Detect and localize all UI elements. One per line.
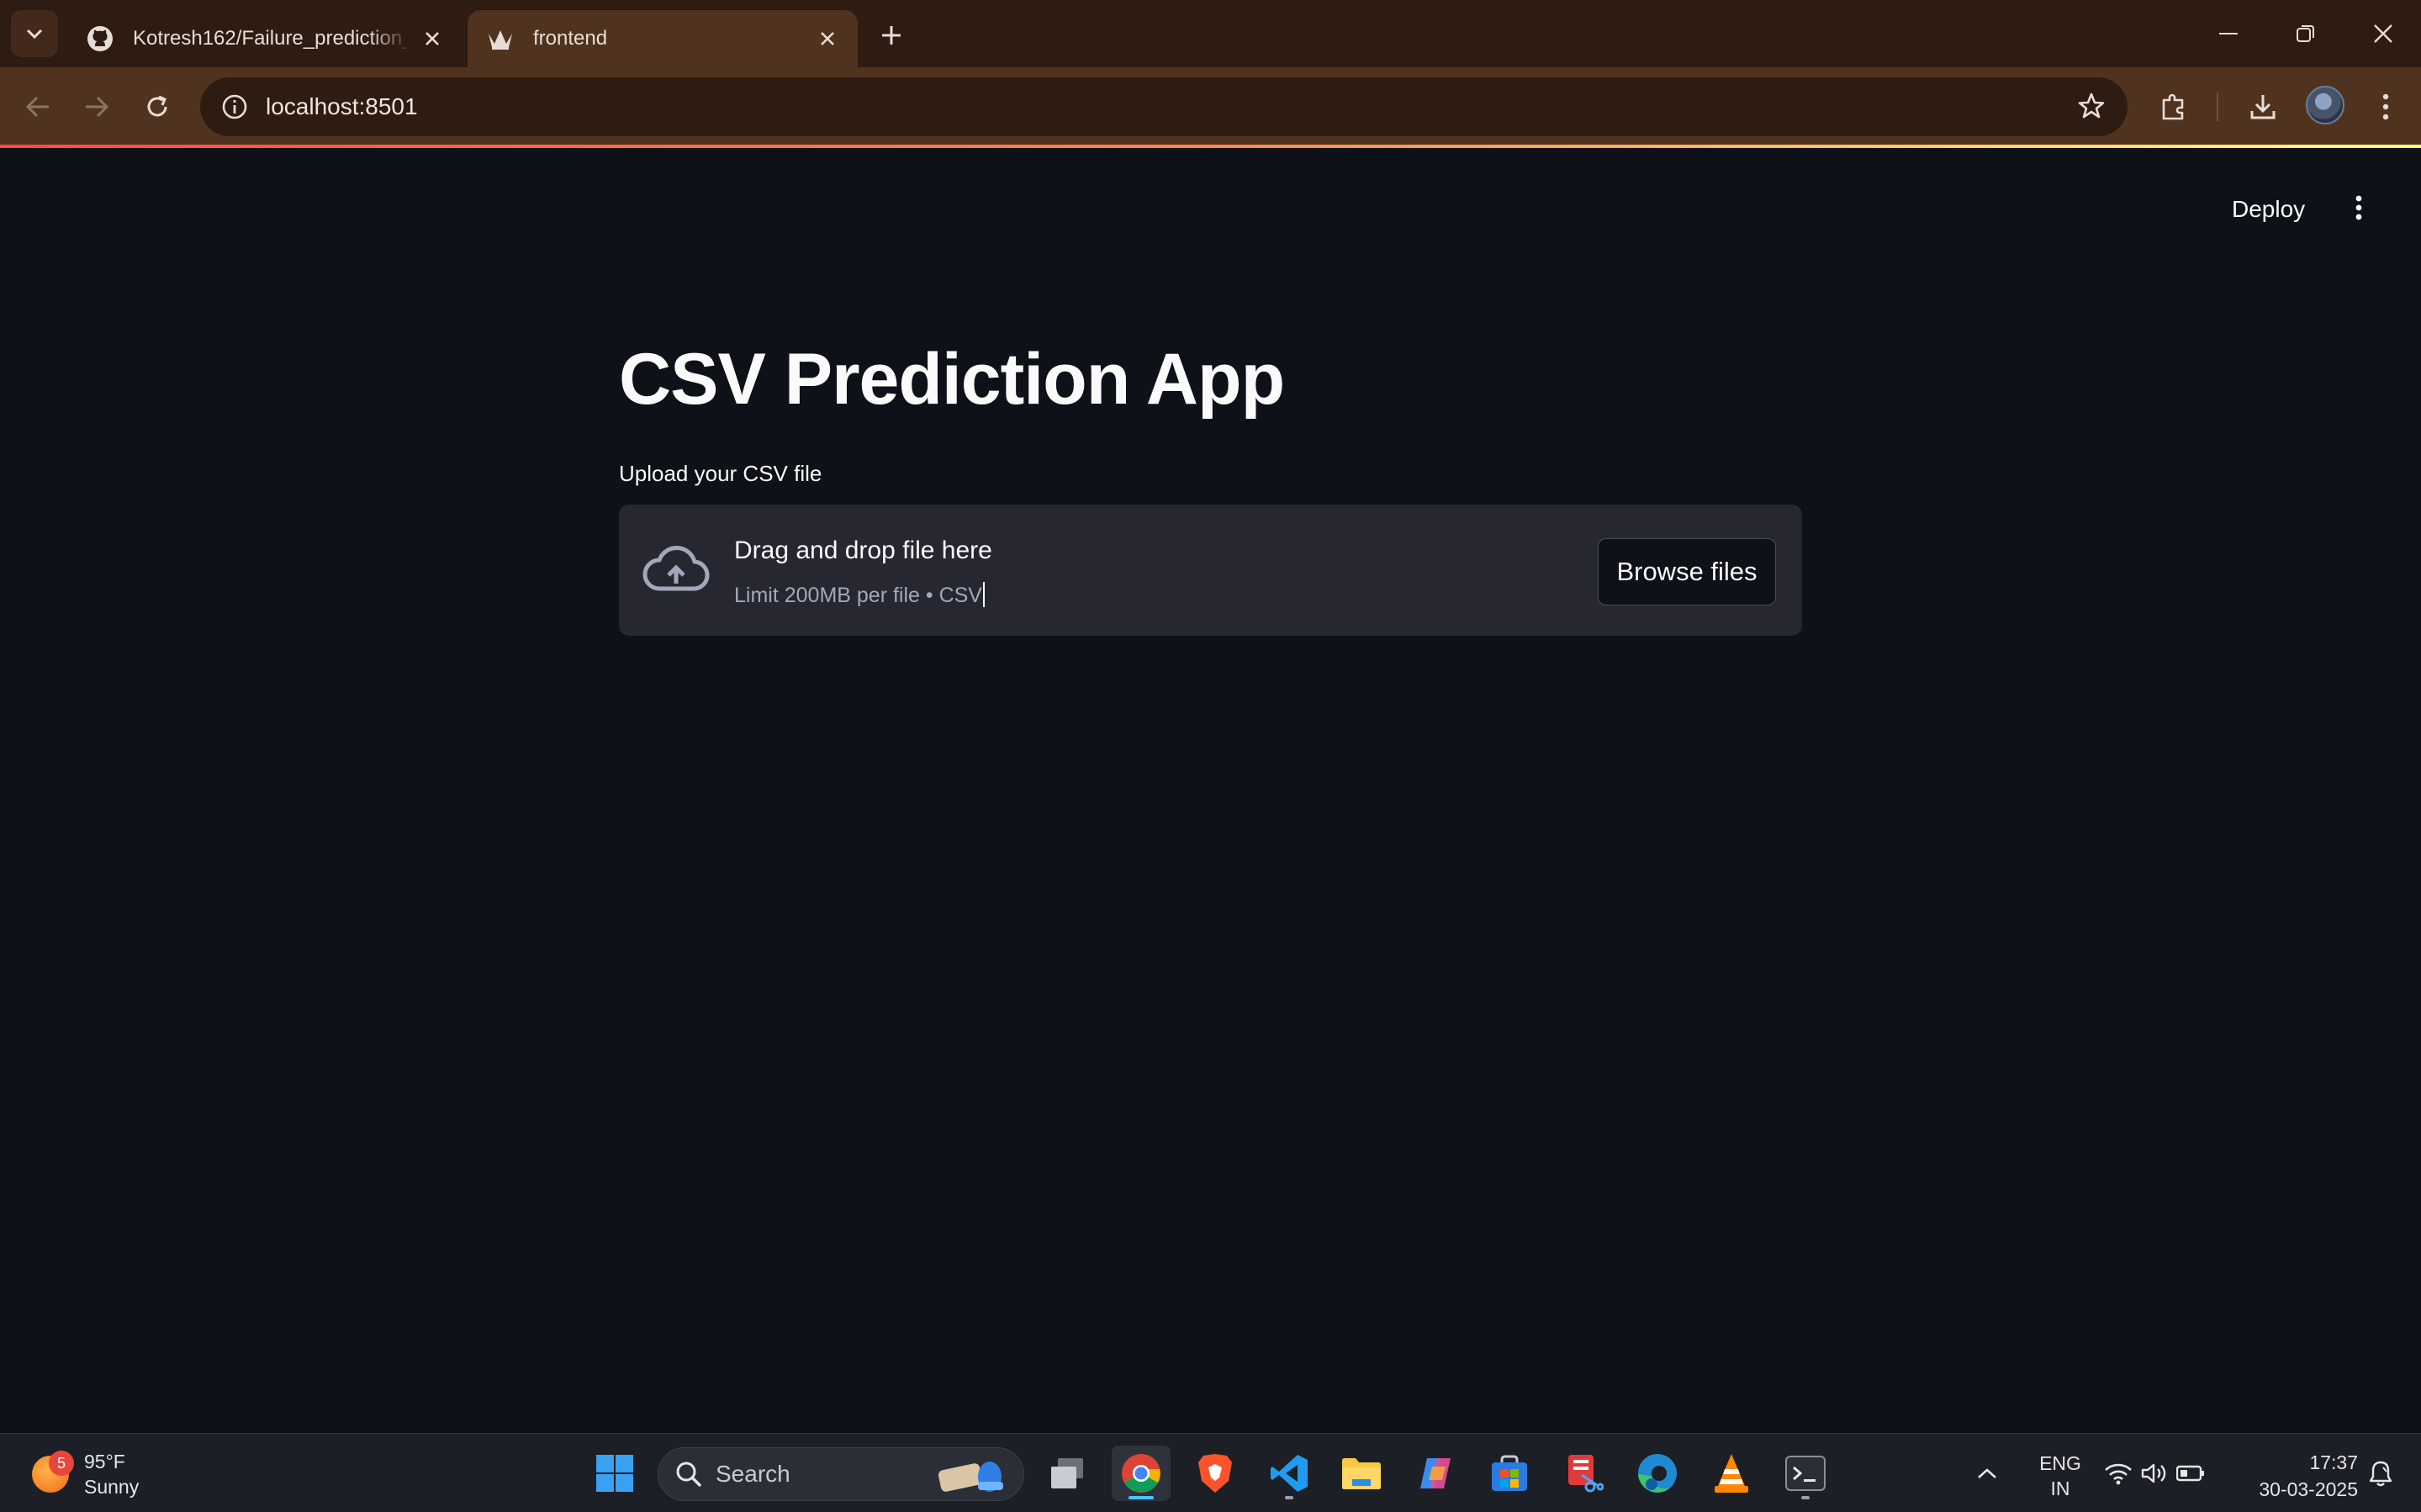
vscode-icon: [1271, 1455, 1308, 1492]
app-content: Deploy CSV Prediction App Upload your CS…: [0, 148, 2421, 1433]
deploy-button[interactable]: Deploy: [2220, 188, 2317, 230]
close-tab-icon[interactable]: [420, 27, 444, 50]
browser-menu-icon[interactable]: [2365, 86, 2407, 128]
copilot-icon: [1420, 1458, 1451, 1488]
main-menu-button[interactable]: [2338, 187, 2380, 229]
text-caret: [982, 582, 985, 607]
file-uploader-label: Upload your CSV file: [619, 461, 822, 486]
close-window-button[interactable]: [2358, 12, 2408, 56]
taskbar-terminal[interactable]: [1776, 1446, 1835, 1501]
taskbar-vscode[interactable]: [1260, 1446, 1319, 1501]
restore-button[interactable]: [2281, 12, 2331, 56]
tab-title: Kotresh162/Failure_prediction_model: [133, 27, 410, 50]
store-icon: [1492, 1455, 1527, 1491]
taskbar-search[interactable]: Search: [658, 1447, 1024, 1501]
taskbar-edge[interactable]: [1628, 1446, 1687, 1501]
browser-tab-github[interactable]: Kotresh162/Failure_prediction_model: [67, 10, 463, 67]
minimize-icon: [2219, 33, 2238, 34]
tab-title: frontend: [533, 27, 608, 50]
address-bar[interactable]: localhost:8501: [200, 77, 2128, 136]
downloads-icon[interactable]: [2242, 86, 2284, 128]
browse-files-button[interactable]: Browse files: [1598, 538, 1776, 605]
terminal-icon: [1785, 1456, 1826, 1491]
browser-toolbar: localhost:8501: [0, 67, 2421, 146]
taskbar-snipping-tool[interactable]: [1554, 1446, 1613, 1501]
search-icon: [676, 1462, 702, 1488]
restore-icon: [2297, 25, 2314, 42]
input-language[interactable]: ENG IN: [2035, 1451, 2085, 1501]
chrome-icon: [1122, 1454, 1160, 1493]
taskbar-brave[interactable]: [1186, 1446, 1245, 1501]
taskbar-copilot[interactable]: [1406, 1446, 1465, 1501]
page-title: CSV Prediction App: [619, 339, 1285, 420]
arrow-left-icon: [25, 96, 49, 118]
tab-search-button[interactable]: [11, 10, 58, 57]
volume-icon: [2141, 1463, 2166, 1483]
dropzone-instructions: Drag and drop file here: [734, 537, 992, 564]
chevron-down-icon: [26, 29, 43, 40]
wifi-icon: [2105, 1463, 2132, 1485]
bookmark-star-icon[interactable]: [2077, 92, 2106, 120]
vertical-dots-icon: [2355, 195, 2362, 220]
browser-tab-frontend[interactable]: frontend: [468, 10, 858, 67]
forward-button[interactable]: [76, 86, 118, 128]
taskbar-vlc[interactable]: [1702, 1446, 1761, 1501]
toolbar-divider: [2217, 93, 2218, 121]
clock-time: 17:37: [2309, 1451, 2358, 1473]
clock-date: 30-03-2025: [2259, 1478, 2358, 1500]
file-dropzone[interactable]: Drag and drop file here Limit 200MB per …: [619, 505, 1802, 636]
brave-icon: [1198, 1454, 1232, 1493]
clock[interactable]: 17:37 30-03-2025: [2240, 1449, 2358, 1503]
close-icon: [2374, 24, 2392, 43]
extensions-icon[interactable]: [2153, 86, 2195, 128]
arrow-right-icon: [86, 96, 109, 118]
windows-icon: [596, 1455, 633, 1492]
snipping-tool-icon: [1568, 1455, 1604, 1493]
taskbar-file-explorer[interactable]: [1332, 1446, 1391, 1501]
notifications-button[interactable]: [2360, 1446, 2402, 1501]
taskbar-chrome[interactable]: [1112, 1446, 1171, 1501]
vlc-icon: [1715, 1454, 1748, 1493]
chevron-up-icon: [1978, 1468, 1996, 1478]
edge-icon: [1638, 1454, 1677, 1493]
notification-badge: 5: [49, 1451, 74, 1476]
taskbar: 5 95°F Sunny Search ENG IN 17:37 30-03-2…: [0, 1433, 2421, 1512]
region-code: IN: [2050, 1478, 2070, 1499]
folder-icon: [1342, 1458, 1381, 1489]
github-icon: [86, 24, 114, 53]
show-hidden-icons-button[interactable]: [1966, 1446, 2008, 1501]
weather-condition: Sunny: [84, 1476, 140, 1498]
sun-icon: 5: [32, 1451, 74, 1493]
close-tab-icon[interactable]: [816, 27, 839, 50]
reload-button[interactable]: [136, 86, 178, 128]
back-button[interactable]: [17, 86, 59, 128]
search-placeholder: Search: [716, 1461, 790, 1487]
quick-settings-button[interactable]: [2104, 1446, 2205, 1501]
weather-widget[interactable]: 5 95°F Sunny: [32, 1449, 139, 1499]
site-info-icon[interactable]: [215, 87, 254, 126]
browser-tab-strip: Kotresh162/Failure_prediction_model fron…: [0, 0, 2421, 67]
cloud-upload-icon: [642, 542, 710, 599]
task-view-icon: [1051, 1458, 1083, 1488]
streamlit-icon: [486, 24, 515, 53]
taskbar-microsoft-store[interactable]: [1480, 1446, 1539, 1501]
bell-icon: [2369, 1461, 2392, 1487]
task-view-button[interactable]: [1038, 1446, 1097, 1501]
start-button[interactable]: [585, 1446, 644, 1501]
battery-icon: [2176, 1465, 2204, 1482]
url-text[interactable]: localhost:8501: [266, 93, 418, 120]
new-tab-button[interactable]: [875, 19, 908, 52]
weather-temp: 95°F: [84, 1451, 125, 1472]
minimize-button[interactable]: [2203, 12, 2254, 56]
language-code: ENG: [2039, 1452, 2081, 1474]
plus-icon: [882, 26, 901, 45]
reload-icon: [147, 95, 167, 117]
search-highlight-icon: [938, 1462, 1003, 1492]
dropzone-limit-text: Limit 200MB per file • CSV: [734, 582, 985, 608]
profile-avatar[interactable]: [2306, 86, 2344, 124]
